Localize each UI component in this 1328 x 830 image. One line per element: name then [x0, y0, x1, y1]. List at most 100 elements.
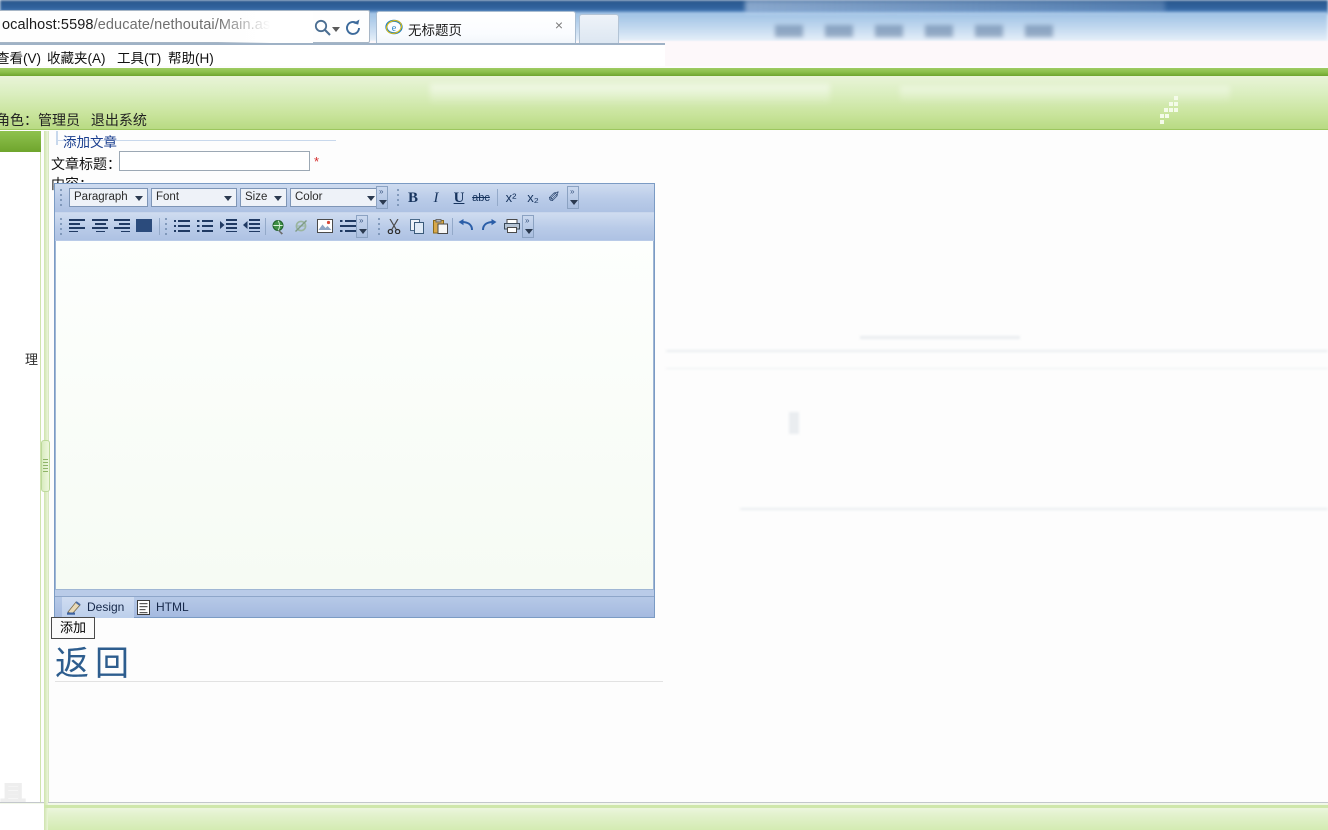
menu-item-help[interactable]: 帮助(H)	[168, 47, 214, 67]
editor-body-area[interactable]	[55, 241, 654, 590]
superscript-button[interactable]: x²	[501, 188, 521, 208]
bold-button[interactable]: B	[403, 188, 423, 208]
toolbar-overflow-button-4[interactable]: »	[522, 215, 534, 238]
overflow-dots-icon: »	[525, 216, 530, 225]
editor-mode-tabbar: Design HTML	[55, 596, 654, 618]
paragraph-select[interactable]: Paragraph	[69, 188, 148, 207]
overflow-dots-icon: »	[359, 216, 364, 225]
bullet-list-button[interactable]	[172, 217, 192, 237]
address-host: ocalhost:5598	[2, 17, 94, 33]
toolbar-grip-icon[interactable]	[377, 218, 381, 235]
toolbar-grip-icon[interactable]	[396, 189, 400, 206]
align-right-button[interactable]	[112, 217, 132, 237]
editor-toolbar-row-2: » »	[55, 212, 654, 240]
sidebar-header	[0, 131, 41, 152]
app-banner	[0, 76, 1328, 130]
redo-button[interactable]	[479, 217, 499, 237]
remove-format-button[interactable]: ✐	[544, 188, 564, 208]
subscript-button[interactable]: x₂	[523, 188, 543, 208]
editor-tab-design-label: Design	[87, 600, 125, 614]
chevron-down-icon	[367, 196, 375, 201]
font-select-label: Font	[156, 191, 180, 203]
toolbar-separator	[159, 218, 160, 235]
italic-button[interactable]: I	[426, 188, 446, 208]
toolbar-overflow-button-1[interactable]: »	[376, 186, 388, 209]
menu-item-tools[interactable]: 工具(T)	[117, 47, 161, 67]
chevron-down-icon	[359, 229, 367, 234]
editor-tab-html-label: HTML	[156, 600, 189, 614]
strikethrough-button[interactable]: abc	[469, 188, 493, 208]
toolbar-grip-icon[interactable]	[59, 218, 63, 235]
new-tab-button[interactable]	[579, 14, 619, 43]
undo-button[interactable]	[456, 217, 476, 237]
chevron-down-icon	[570, 200, 578, 205]
panel-splitter-handle[interactable]	[41, 440, 50, 492]
cut-button[interactable]	[384, 217, 404, 237]
browser-tab-title: 无标题页	[408, 23, 462, 38]
toolbar-overflow-button-2[interactable]: »	[567, 186, 579, 209]
section-title: 添加文章	[56, 131, 336, 150]
sidebar: 理 具 机	[0, 131, 41, 830]
paste-button[interactable]	[430, 217, 450, 237]
align-justify-button[interactable]	[134, 217, 154, 237]
back-link[interactable]: 返回	[55, 636, 135, 685]
banner-gloss	[430, 84, 830, 106]
unlink-button[interactable]	[292, 217, 312, 237]
toolbar-grip-icon[interactable]	[164, 218, 168, 235]
close-icon[interactable]: ×	[552, 18, 566, 32]
insert-image-button[interactable]	[315, 217, 335, 237]
overflow-dots-icon: »	[379, 187, 384, 196]
chevron-down-icon[interactable]	[332, 27, 340, 32]
footer-left-gap	[0, 804, 44, 830]
chevron-down-icon	[135, 196, 143, 201]
editor-toolbar-row-1: Paragraph Font Size Color » B I U abc x²…	[55, 184, 654, 212]
toolbar-separator	[497, 189, 498, 206]
browser-tab[interactable]: e 无标题页 ×	[376, 11, 576, 43]
search-icon[interactable]	[313, 18, 333, 38]
color-select[interactable]: Color	[290, 188, 380, 207]
underline-button[interactable]: U	[449, 188, 469, 208]
editor-tab-design[interactable]: Design	[62, 597, 135, 618]
font-select[interactable]: Font	[151, 188, 237, 207]
background-ghost-menu	[775, 25, 1075, 37]
color-select-label: Color	[295, 191, 323, 203]
rich-text-editor: Paragraph Font Size Color » B I U abc x²…	[54, 183, 655, 618]
toolbar-overflow-button-3[interactable]: »	[356, 215, 368, 238]
numbered-list-button[interactable]	[195, 217, 215, 237]
align-left-button[interactable]	[67, 217, 87, 237]
content-bottom-rule	[55, 681, 663, 682]
main-content: 添加文章 文章标题： * 内容： Paragraph Font	[49, 131, 1328, 804]
chevron-down-icon	[379, 200, 387, 205]
align-center-button[interactable]	[90, 217, 110, 237]
overflow-dots-icon: »	[570, 187, 575, 196]
hyperlink-button[interactable]	[269, 217, 289, 237]
refresh-icon[interactable]	[343, 18, 363, 38]
chevron-down-icon	[525, 229, 533, 234]
user-role-line: 角色：管理员 退出系统	[0, 110, 147, 130]
banner-dot-pattern	[1160, 96, 1188, 126]
menu-item-view[interactable]: 查看(V)	[0, 47, 41, 67]
footer-green-edge	[0, 805, 1328, 808]
indent-button[interactable]	[218, 217, 238, 237]
address-bar[interactable]: ocalhost:5598/educate/nethoutai/Main.asp…	[0, 10, 370, 43]
copy-button[interactable]	[407, 217, 427, 237]
size-select[interactable]: Size	[240, 188, 287, 207]
address-fade-overlay	[218, 12, 313, 43]
print-button[interactable]	[502, 217, 522, 237]
address-icons	[313, 18, 373, 40]
html-document-icon	[136, 600, 151, 615]
svg-text:e: e	[392, 23, 397, 34]
design-pencil-icon	[67, 600, 82, 615]
editor-body[interactable]	[56, 241, 653, 589]
logout-link[interactable]: 退出系统	[91, 112, 147, 128]
toolbar-grip-icon[interactable]	[59, 189, 63, 206]
editor-tab-html[interactable]: HTML	[131, 597, 199, 618]
insert-rule-button[interactable]	[338, 217, 358, 237]
sidebar-item-truncated[interactable]: 理	[0, 349, 41, 365]
article-title-input[interactable]	[119, 151, 310, 171]
background-ghost-title	[745, 0, 1165, 13]
menu-item-favorites[interactable]: 收藏夹(A)	[47, 47, 106, 67]
size-select-label: Size	[245, 191, 268, 203]
outdent-button[interactable]	[241, 217, 261, 237]
screen-root: ocalhost:5598/educate/nethoutai/Main.asp…	[0, 0, 1328, 830]
